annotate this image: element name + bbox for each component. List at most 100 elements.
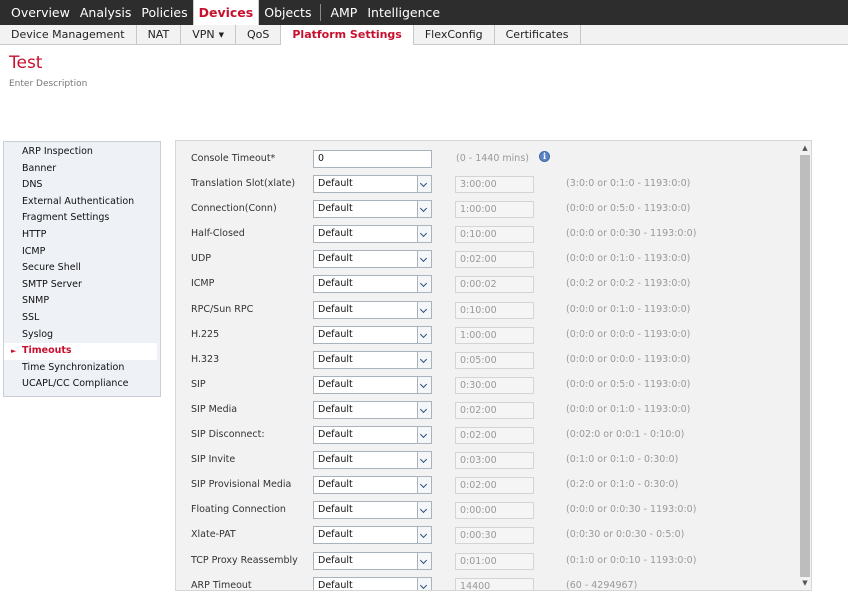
timeout-value-field[interactable]: 0:02:00 [455, 401, 534, 419]
chevron-down-icon[interactable] [417, 351, 431, 368]
timeout-range: (0:0:0 or 0:1:0 - 1193:0:0) [566, 253, 691, 265]
sidebar-item-label: Timeouts [22, 345, 72, 357]
chevron-down-icon[interactable] [417, 251, 431, 268]
chevron-down-icon[interactable] [417, 527, 431, 544]
sidebar-item-secure-shell[interactable]: Secure Shell [4, 260, 160, 277]
sidebar-item-ssl[interactable]: SSL [4, 310, 160, 327]
chevron-down-icon[interactable] [417, 276, 431, 293]
timeout-value-field[interactable]: 0:30:00 [455, 376, 534, 394]
nav-objects[interactable]: Objects [259, 0, 316, 25]
timeout-mode-select[interactable]: Default [313, 551, 432, 570]
timeout-mode-select[interactable]: Default [313, 476, 432, 495]
chevron-down-icon[interactable] [417, 502, 431, 519]
chevron-down-icon[interactable] [417, 577, 431, 590]
timeout-mode-select[interactable]: Default [313, 300, 432, 319]
timeout-mode-value: Default [318, 303, 353, 315]
timeout-value-field[interactable]: 0:02:00 [455, 427, 534, 444]
timeout-row-connection-conn: Connection(Conn) Default 1:00:00 (0:0:0 or … [176, 200, 796, 220]
timeout-mode-select[interactable]: Default [313, 375, 432, 394]
policy-name[interactable]: Test [9, 53, 42, 73]
timeout-value-field[interactable]: 14400 [455, 577, 534, 590]
chevron-down-icon[interactable] [417, 376, 431, 393]
timeout-value-field[interactable]: 0:02:00 [455, 251, 534, 269]
sidebar-item-arp-inspection[interactable]: ARP Inspection [4, 144, 160, 161]
timeout-mode-select[interactable]: Default [313, 225, 432, 244]
sidebar-item-smtp-server[interactable]: SMTP Server [4, 277, 160, 294]
console-timeout-input[interactable]: 0 [313, 150, 432, 168]
sidebar-item-snmp[interactable]: SNMP [4, 293, 160, 310]
timeout-mode-select[interactable]: Default [313, 576, 432, 590]
scroll-thumb[interactable] [800, 155, 810, 577]
sidebar-item-ucapl-cc-compliance[interactable]: UCAPL/CC Compliance [4, 376, 160, 393]
chevron-down-icon[interactable] [417, 201, 431, 218]
timeout-mode-select[interactable]: Default [313, 350, 432, 369]
timeout-value-field[interactable]: 0:02:00 [455, 477, 534, 495]
sidebar-item-banner[interactable]: Banner [4, 161, 160, 178]
timeout-label: ARP Timeout [191, 579, 252, 591]
nav-amp[interactable]: AMP [325, 0, 362, 25]
timeout-mode-value: Default [318, 454, 353, 466]
chevron-down-icon[interactable] [417, 552, 431, 569]
sidebar-item-timeouts[interactable]: ► Timeouts [4, 343, 157, 360]
timeout-mode-select[interactable]: Default [313, 501, 432, 520]
chevron-down-icon[interactable] [417, 401, 431, 418]
tab-device-management[interactable]: Device Management [0, 25, 137, 45]
timeout-value-field[interactable]: 0:00:02 [455, 276, 534, 294]
timeout-value-field[interactable]: 0:03:00 [455, 452, 534, 470]
tab-platform-settings[interactable]: Platform Settings [281, 25, 414, 45]
chevron-down-icon[interactable] [417, 301, 431, 318]
timeout-row-floating-connection: Floating Connection Default 0:00:00 (0:0:0 … [176, 501, 796, 521]
timeout-mode-select[interactable]: Default [313, 451, 432, 470]
timeout-row-icmp: ICMP Default 0:00:02 (0:0:2 or 0:0:2 - 1193… [176, 275, 796, 295]
timeout-value-field[interactable]: 1:00:00 [455, 326, 534, 344]
nav-analysis[interactable]: Analysis [75, 0, 137, 25]
timeout-value-field[interactable]: 0:00:30 [455, 527, 534, 545]
timeout-value-field[interactable]: 3:00:00 [455, 176, 534, 193]
sidebar-item-time-synchronization[interactable]: Time Synchronization [4, 360, 160, 377]
timeout-mode-select[interactable]: Default [313, 175, 432, 193]
sidebar-item-http[interactable]: HTTP [4, 227, 160, 244]
chevron-down-icon[interactable] [417, 226, 431, 243]
nav-policies[interactable]: Policies [136, 0, 192, 25]
chevron-down-icon[interactable] [417, 477, 431, 494]
tab-certificates[interactable]: Certificates [495, 25, 581, 45]
timeout-mode-select[interactable]: Default [313, 200, 432, 219]
timeout-mode-select[interactable]: Default [313, 400, 432, 419]
timeout-value-field[interactable]: 0:00:00 [455, 502, 534, 520]
timeout-range: (0:0:0 or 0:0:0 - 1193:0:0) [566, 353, 691, 365]
sidebar-item-icmp[interactable]: ICMP [4, 244, 160, 261]
timeout-value-field[interactable]: 0:05:00 [455, 351, 534, 369]
chevron-down-icon[interactable] [417, 176, 431, 192]
tab-vpn[interactable]: VPN ▼ [181, 25, 236, 45]
panel-scrollbar[interactable]: ▲ ▼ [799, 141, 811, 590]
sidebar-item-external-authentication[interactable]: External Authentication [4, 194, 160, 211]
settings-sidebar: ARP Inspection Banner DNS External Authe… [3, 141, 161, 397]
info-icon[interactable]: i [539, 151, 550, 162]
nav-overview[interactable]: Overview [0, 0, 75, 25]
sidebar-item-syslog[interactable]: Syslog [4, 327, 160, 344]
timeout-value-field[interactable]: 0:10:00 [455, 301, 534, 319]
nav-divider [320, 4, 322, 21]
timeout-mode-value: Default [318, 504, 353, 516]
nav-intelligence[interactable]: Intelligence [362, 0, 445, 25]
chevron-down-icon[interactable] [417, 326, 431, 343]
timeout-value-field[interactable]: 0:10:00 [455, 226, 534, 244]
timeout-mode-select[interactable]: Default [313, 325, 432, 344]
timeout-mode-select[interactable]: Default [313, 250, 432, 269]
scroll-up-icon[interactable]: ▲ [799, 142, 811, 154]
timeout-mode-select[interactable]: Default [313, 426, 432, 444]
tab-nat[interactable]: NAT [137, 25, 182, 45]
timeout-mode-select[interactable]: Default [313, 275, 432, 294]
sidebar-item-fragment-settings[interactable]: Fragment Settings [4, 210, 160, 227]
chevron-down-icon[interactable] [417, 427, 431, 443]
timeout-value-field[interactable]: 1:00:00 [455, 201, 534, 219]
policy-description[interactable]: Enter Description [9, 79, 87, 89]
scroll-down-icon[interactable]: ▼ [799, 577, 811, 589]
timeout-mode-select[interactable]: Default [313, 526, 432, 545]
sidebar-item-dns[interactable]: DNS [4, 177, 160, 194]
nav-devices[interactable]: Devices [192, 0, 260, 25]
tab-qos[interactable]: QoS [236, 25, 282, 45]
chevron-down-icon[interactable] [417, 452, 431, 469]
tab-flexconfig[interactable]: FlexConfig [414, 25, 495, 45]
timeout-value-field[interactable]: 0:01:00 [455, 552, 534, 570]
